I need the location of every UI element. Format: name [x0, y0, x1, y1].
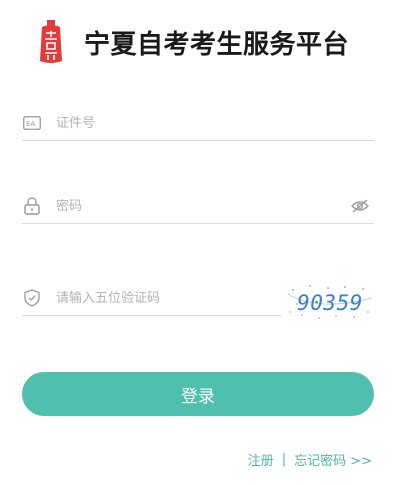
- id-card-icon: EA: [22, 113, 42, 133]
- captcha-input[interactable]: [56, 290, 281, 306]
- lock-icon: [22, 196, 42, 216]
- captcha-text: 90359: [297, 291, 363, 315]
- id-number-field: EA: [22, 106, 374, 141]
- eye-slash-icon[interactable]: [350, 196, 370, 216]
- captcha-image[interactable]: 90359: [288, 282, 372, 322]
- link-separator: |: [281, 452, 287, 467]
- password-field: [22, 189, 374, 224]
- password-input[interactable]: [56, 198, 350, 214]
- svg-text:EA: EA: [26, 120, 35, 128]
- login-button[interactable]: 登录: [22, 372, 374, 416]
- red-seal-logo: [40, 20, 62, 63]
- login-page: 宁夏自考考生服务平台 EA 证件号 请输入五位验证码 90359 登录 注册 |…: [0, 0, 402, 485]
- captcha-field: [22, 281, 281, 316]
- footer-links: 注册 | 忘记密码 >>: [248, 450, 372, 469]
- forgot-password-link[interactable]: 忘记密码 >>: [294, 450, 372, 469]
- page-title: 宁夏自考考生服务平台: [84, 29, 350, 60]
- shield-check-icon: [22, 288, 42, 308]
- id-number-input[interactable]: [56, 115, 374, 131]
- header: 宁夏自考考生服务平台: [38, 18, 349, 66]
- register-link[interactable]: 注册: [248, 450, 274, 469]
